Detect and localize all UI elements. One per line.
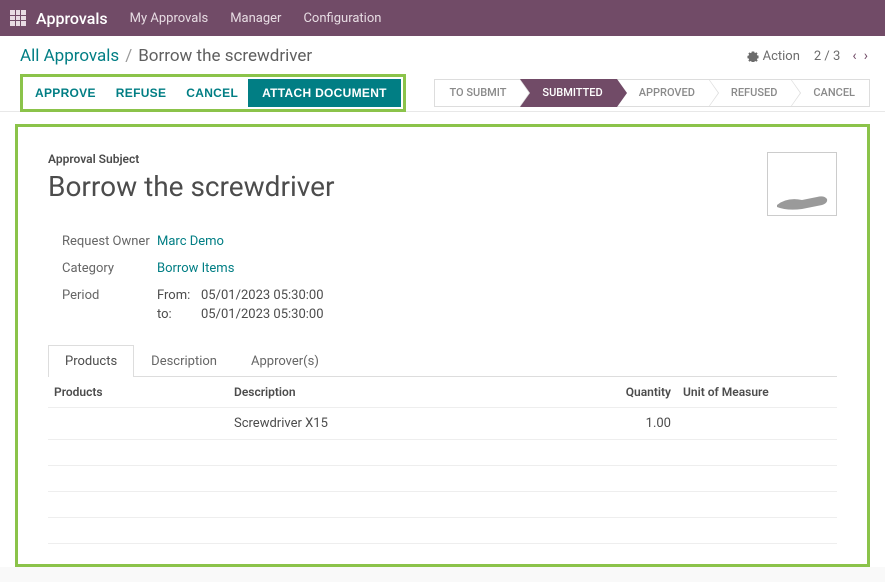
pager-next-icon[interactable]: › [862, 48, 870, 64]
table-row[interactable]: Screwdriver X15 1.00 [48, 408, 837, 440]
action-label: Action [763, 49, 800, 64]
status-approved[interactable]: APPROVED [617, 79, 709, 107]
refuse-button[interactable]: REFUSE [106, 80, 176, 106]
tabs: Products Description Approver(s) [48, 344, 837, 377]
header-row: All Approvals / Borrow the screwdriver A… [0, 36, 885, 74]
nav-my-approvals[interactable]: My Approvals [130, 11, 209, 26]
tab-description[interactable]: Description [134, 345, 234, 377]
action-button-group: APPROVE REFUSE CANCEL ATTACH DOCUMENT [20, 74, 406, 112]
table-row[interactable] [48, 440, 837, 466]
pager: 2 / 3 ‹ › [814, 48, 870, 64]
period-from-prefix: From: [157, 288, 199, 303]
owner-label: Request Owner [62, 234, 157, 249]
owner-value[interactable]: Marc Demo [157, 234, 224, 249]
gear-icon [747, 50, 759, 62]
category-image [767, 152, 837, 216]
toolbar: APPROVE REFUSE CANCEL ATTACH DOCUMENT TO… [0, 74, 885, 112]
table-row[interactable] [48, 492, 837, 518]
cell-quantity: 1.00 [597, 408, 677, 440]
period-to-value: 05/01/2023 05:30:00 [201, 307, 324, 322]
subject-label: Approval Subject [48, 152, 334, 166]
pager-count: 2 / 3 [814, 49, 840, 64]
products-table: Products Description Quantity Unit of Me… [48, 377, 837, 544]
topbar: Approvals My Approvals Manager Configura… [0, 0, 885, 36]
category-value[interactable]: Borrow Items [157, 261, 234, 276]
status-cancel[interactable]: CANCEL [791, 79, 870, 107]
breadcrumb-separator: / [125, 46, 132, 66]
col-description: Description [228, 377, 597, 408]
table-row[interactable] [48, 518, 837, 544]
status-bar: TO SUBMIT SUBMITTED APPROVED REFUSED CAN… [434, 79, 870, 107]
period-from-value: 05/01/2023 05:30:00 [201, 288, 324, 303]
pager-prev-icon[interactable]: ‹ [850, 48, 858, 64]
subject-title: Borrow the screwdriver [48, 170, 334, 203]
status-refused[interactable]: REFUSED [709, 79, 791, 107]
cell-product [48, 408, 228, 440]
form-sheet: Approval Subject Borrow the screwdriver … [15, 124, 870, 567]
breadcrumb-root[interactable]: All Approvals [20, 46, 119, 66]
col-quantity: Quantity [597, 377, 677, 408]
hand-icon [772, 185, 832, 215]
col-uom: Unit of Measure [677, 377, 837, 408]
approve-button[interactable]: APPROVE [25, 80, 106, 106]
col-products: Products [48, 377, 228, 408]
period-label: Period [62, 288, 157, 303]
nav-manager[interactable]: Manager [230, 11, 281, 26]
nav-configuration[interactable]: Configuration [303, 11, 381, 26]
breadcrumb-current: Borrow the screwdriver [138, 46, 312, 66]
attach-document-button[interactable]: ATTACH DOCUMENT [248, 79, 401, 107]
category-label: Category [62, 261, 157, 276]
cell-uom [677, 408, 837, 440]
apps-icon[interactable] [10, 10, 26, 26]
action-dropdown[interactable]: Action [747, 49, 800, 64]
tab-products[interactable]: Products [48, 345, 134, 377]
breadcrumb: All Approvals / Borrow the screwdriver [20, 46, 312, 66]
app-title[interactable]: Approvals [36, 9, 108, 28]
cell-description: Screwdriver X15 [228, 408, 597, 440]
table-row[interactable] [48, 466, 837, 492]
tab-approvers[interactable]: Approver(s) [234, 345, 336, 377]
status-submitted[interactable]: SUBMITTED [520, 79, 616, 107]
cancel-button[interactable]: CANCEL [176, 80, 248, 106]
status-to-submit[interactable]: TO SUBMIT [434, 79, 520, 107]
period-to-prefix: to: [157, 307, 199, 322]
